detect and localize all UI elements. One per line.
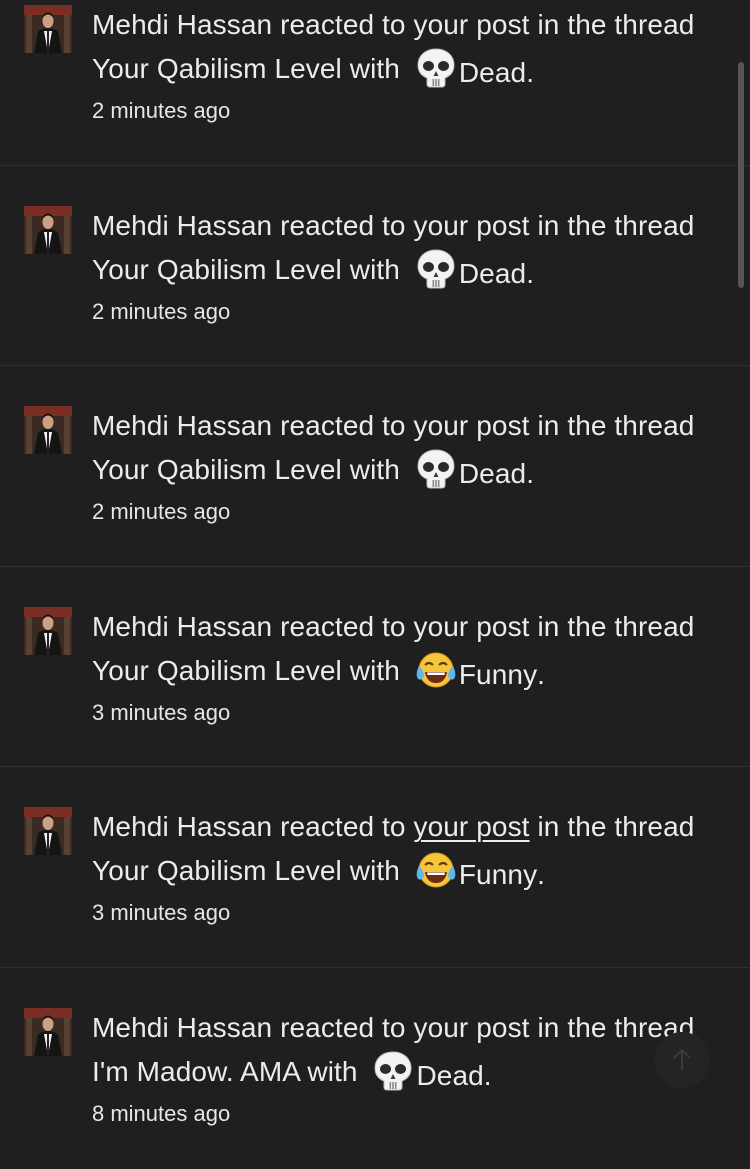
avatar[interactable] [24,1007,72,1056]
username-link[interactable]: Mehdi Hassan [92,9,272,40]
post-link[interactable]: your post [413,611,529,642]
reaction-label: Dead [458,57,527,88]
thread-link[interactable]: Your Qabilism Level [92,53,342,84]
username-link[interactable]: Mehdi Hassan [92,210,272,241]
alert-time: 2 minutes ago [92,98,231,123]
alert-text: Mehdi Hassan reacted to your post in the… [92,9,695,88]
back-to-top-button[interactable] [654,1032,710,1088]
alert-text: Mehdi Hassan reacted to your post in the… [92,209,695,289]
thread-link[interactable]: Your Qabilism Level [92,655,342,686]
alert-item[interactable]: Mehdi Hassan reacted to your post in the… [0,968,750,1169]
alert-item[interactable]: Mehdi Hassan reacted to your post in the… [0,366,750,567]
reaction-label: Funny [458,859,538,891]
alert-time: 2 minutes ago [92,499,231,525]
reaction: Dead. [408,249,534,289]
username-link[interactable]: Mehdi Hassan [92,611,272,642]
alert-item[interactable]: Mehdi Hassan reacted to your post in the… [0,0,750,166]
alert-body: Mehdi Hassan reacted to your post in the… [92,405,712,527]
post-link[interactable]: your post [413,410,529,441]
post-link[interactable]: your post [413,9,529,40]
alert-item[interactable]: Mehdi Hassan reacted to your post in the… [0,166,750,367]
reaction-label: Dead [458,458,527,490]
alert-time: 3 minutes ago [92,699,231,725]
scrollbar[interactable] [738,62,744,288]
reaction-label: Dead [416,1059,484,1091]
alert-body: Mehdi Hassan reacted to your post in the… [92,205,712,327]
avatar-photo [24,5,72,53]
alert-text: Mehdi Hassan reacted to your post in the… [92,610,695,690]
alert-text: Mehdi Hassan reacted to your post in the… [92,811,695,891]
thread-link[interactable]: Your Qabilism Level [92,254,342,285]
avatar[interactable] [24,5,72,53]
username-link[interactable]: Mehdi Hassan [92,1012,272,1043]
alert-time: 8 minutes ago [92,1100,231,1126]
avatar-photo [24,406,72,455]
reaction-label: Dead [458,257,527,289]
thread-link[interactable]: I'm Madow. AMA [92,1056,300,1087]
alert-text: Mehdi Hassan reacted to your post in the… [92,1011,695,1091]
avatar-photo [24,807,72,856]
alert-body: Mehdi Hassan reacted to your post in the… [92,606,712,728]
tears-of-joy-icon [416,852,456,888]
alert-body: Mehdi Hassan reacted to your post in the… [92,4,712,126]
thread-link[interactable]: Your Qabilism Level [92,855,342,886]
reaction: Dead. [408,48,534,88]
reaction: Dead. [365,1051,492,1091]
avatar-photo [24,606,72,655]
username-link[interactable]: Mehdi Hassan [92,811,272,842]
avatar[interactable] [24,205,72,254]
alert-list: Mehdi Hassan reacted to your post in the… [0,0,750,1169]
reaction: Funny. [408,652,545,690]
alert-time: 2 minutes ago [92,298,231,324]
alert-item[interactable]: Mehdi Hassan reacted to your post in the… [0,567,750,768]
arrow-up-icon [673,1048,691,1070]
avatar[interactable] [24,406,72,455]
alert-body: Mehdi Hassan reacted to your post in the… [92,806,712,928]
alert-time: 3 minutes ago [92,900,231,926]
username-link[interactable]: Mehdi Hassan [92,410,272,441]
thread-link[interactable]: Your Qabilism Level [92,454,342,485]
avatar[interactable] [24,807,72,856]
avatar-photo [24,1007,72,1056]
reaction: Funny. [408,852,545,890]
reaction: Dead. [408,449,534,489]
post-link[interactable]: your post [413,1012,529,1043]
avatar[interactable] [24,606,72,655]
alert-item[interactable]: Mehdi Hassan reacted to your post in the… [0,767,750,968]
alert-text: Mehdi Hassan reacted to your post in the… [92,410,695,490]
skull-icon [417,48,455,88]
post-link[interactable]: your post [413,811,529,842]
skull-icon [417,249,455,289]
post-link[interactable]: your post [413,210,529,241]
tears-of-joy-icon [416,652,456,688]
alert-body: Mehdi Hassan reacted to your post in the… [92,1007,712,1129]
avatar-photo [24,205,72,254]
skull-icon [417,449,455,489]
reaction-label: Funny [458,658,538,690]
skull-icon [374,1051,412,1091]
